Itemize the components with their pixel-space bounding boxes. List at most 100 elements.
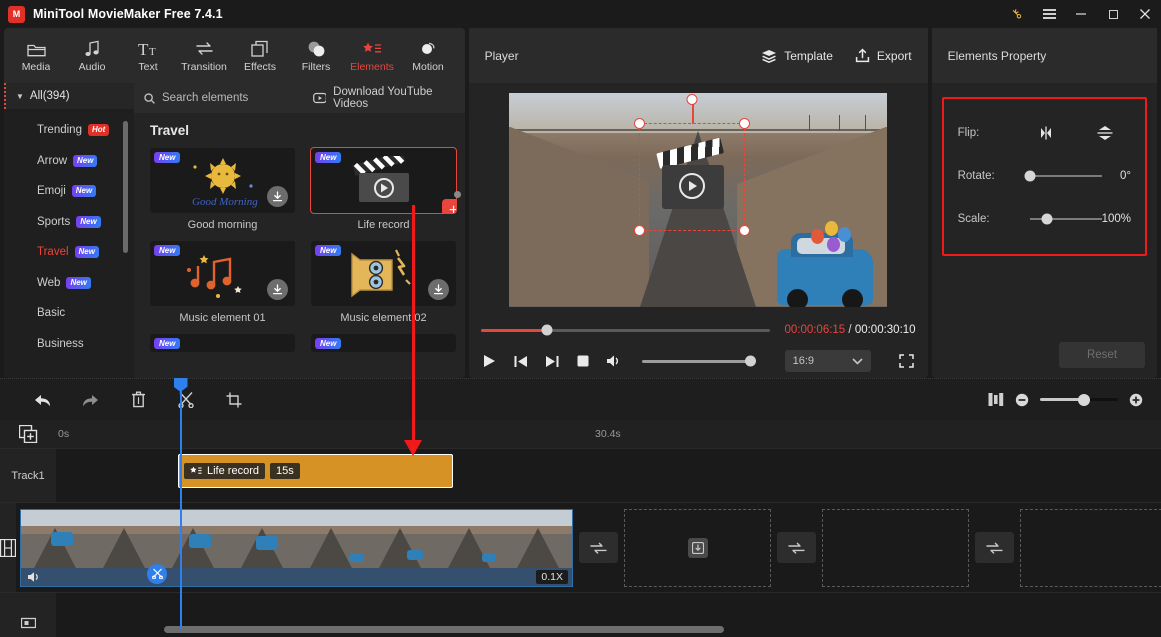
category-all[interactable]: ▼ All(394) <box>4 83 134 109</box>
transition-button-1[interactable] <box>579 532 618 563</box>
volume-knob[interactable] <box>744 355 756 367</box>
element-card-music-02[interactable]: New Music element 02 <box>311 241 456 324</box>
reset-button[interactable]: Reset <box>1059 342 1145 368</box>
element-card-music-01[interactable]: New Music element 01 <box>150 241 295 324</box>
ribbon-tab-media[interactable]: Media <box>8 31 64 81</box>
media-dropzone-3[interactable] <box>1020 508 1161 587</box>
download-icon[interactable] <box>267 279 288 300</box>
aspect-ratio-select[interactable]: 16:9 <box>784 350 871 372</box>
element-card-life-record[interactable]: New + Life record <box>310 147 457 231</box>
bottom-track-body[interactable] <box>56 593 1161 637</box>
template-button[interactable]: Template <box>761 49 833 63</box>
timeline-ruler[interactable]: 0s 30.4s <box>56 420 1161 448</box>
clapperboard-element[interactable] <box>656 137 728 209</box>
horizontal-scrollbar[interactable] <box>164 626 724 633</box>
add-track-icon[interactable] <box>0 425 56 443</box>
fullscreen-button[interactable] <box>898 352 916 370</box>
element-card-partial-right[interactable]: New <box>311 334 456 352</box>
category-item-sports[interactable]: Sports New <box>4 207 134 238</box>
stop-button[interactable] <box>574 352 592 370</box>
redo-icon[interactable] <box>66 379 114 421</box>
element-thumbnail-selected[interactable]: New + <box>310 147 457 214</box>
ribbon-tab-effects[interactable]: Effects <box>232 31 288 81</box>
scale-label: Scale: <box>957 212 990 225</box>
element-thumbnail[interactable]: New Good Morning <box>150 148 295 213</box>
rotate-handle[interactable] <box>686 93 698 105</box>
zoom-in-icon[interactable] <box>1129 393 1143 407</box>
export-button[interactable]: Export <box>855 48 912 63</box>
ribbon-tab-transition[interactable]: Transition <box>176 31 232 81</box>
element-selection-box[interactable] <box>634 93 751 236</box>
close-icon[interactable] <box>1129 0 1161 28</box>
dune-left <box>509 126 650 307</box>
category-item-travel[interactable]: Travel New <box>4 237 134 268</box>
download-icon[interactable] <box>267 186 288 207</box>
category-scrollbar[interactable] <box>123 121 128 253</box>
category-item-business[interactable]: Business <box>4 329 134 360</box>
hamburger-menu-icon[interactable] <box>1033 0 1065 28</box>
maximize-icon[interactable] <box>1097 0 1129 28</box>
volume-button[interactable] <box>605 352 623 370</box>
element-thumbnail[interactable]: New <box>150 241 295 306</box>
search-input[interactable]: Search elements <box>134 92 307 104</box>
element-thumbnail[interactable]: New <box>311 334 456 352</box>
zoom-knob[interactable] <box>1077 393 1090 406</box>
transition-button-3[interactable] <box>975 532 1014 563</box>
scissors-cut-marker[interactable] <box>147 563 167 584</box>
flip-horizontal-icon[interactable] <box>1036 126 1054 140</box>
next-frame-button[interactable] <box>543 352 561 370</box>
split-view-icon[interactable] <box>988 392 1004 407</box>
ribbon-tab-audio[interactable]: Audio <box>64 31 120 81</box>
rotate-row: Rotate: 0° <box>958 154 1131 197</box>
category-item-emoji[interactable]: Emoji New <box>4 176 134 207</box>
rotate-slider[interactable] <box>1024 170 1102 181</box>
category-item-arrow[interactable]: Arrow New <box>4 146 134 177</box>
key-icon[interactable]: ⚷ <box>1001 0 1033 28</box>
zoom-out-icon[interactable] <box>1015 393 1029 407</box>
preview-canvas[interactable] <box>509 92 888 307</box>
scale-slider[interactable] <box>1029 213 1102 224</box>
resize-handle-tr[interactable] <box>739 117 751 129</box>
element-thumbnail[interactable]: New <box>150 334 295 352</box>
transition-button-2[interactable] <box>777 532 816 563</box>
category-item-basic[interactable]: Basic <box>4 298 134 329</box>
resize-handle-tl[interactable] <box>634 117 646 129</box>
resize-handle-bl[interactable] <box>634 224 646 236</box>
seek-knob[interactable] <box>541 324 553 336</box>
ribbon-tab-motion[interactable]: Motion <box>400 31 456 81</box>
ribbon-tab-text[interactable]: TT Text <box>120 31 176 81</box>
elements-scroll-dot[interactable] <box>453 191 461 198</box>
download-youtube-videos-button[interactable]: Download YouTube Videos <box>312 86 465 110</box>
previous-frame-button[interactable] <box>512 352 530 370</box>
volume-icon <box>28 571 38 582</box>
category-item-trending[interactable]: Trending Hot <box>4 115 134 146</box>
category-item-web[interactable]: Web New <box>4 268 134 299</box>
element-card-good-morning[interactable]: New Good Morning Good morning <box>150 148 295 231</box>
scale-knob[interactable] <box>1041 213 1053 224</box>
element-track-body[interactable]: Life record 15s <box>56 449 1161 502</box>
media-dropzone-2[interactable] <box>822 508 969 587</box>
timeline-video-clip[interactable]: 0.1X <box>20 508 573 587</box>
play-button[interactable] <box>481 352 499 370</box>
flip-vertical-icon[interactable] <box>1096 125 1114 141</box>
crop-icon[interactable] <box>210 379 258 421</box>
download-icon[interactable] <box>428 279 449 300</box>
ribbon-tab-elements[interactable]: Elements <box>344 31 400 81</box>
volume-slider[interactable] <box>641 355 756 367</box>
seek-slider[interactable] <box>480 324 771 336</box>
add-element-button[interactable]: + <box>442 199 456 213</box>
timeline-clip-life-record[interactable]: Life record 15s <box>178 454 453 488</box>
star-list-icon <box>362 38 382 57</box>
minimize-icon[interactable] <box>1065 0 1097 28</box>
playhead[interactable] <box>173 378 188 629</box>
resize-handle-br[interactable] <box>739 224 751 236</box>
zoom-slider[interactable] <box>1040 393 1118 406</box>
element-thumbnail[interactable]: New <box>311 241 456 306</box>
undo-icon[interactable] <box>18 379 66 421</box>
element-card-partial-left[interactable]: New <box>150 334 295 352</box>
media-dropzone-1[interactable] <box>624 508 771 587</box>
video-track-body[interactable]: 0.1X <box>16 503 1161 592</box>
delete-icon[interactable] <box>114 379 162 421</box>
ribbon-tab-filters[interactable]: Filters <box>288 31 344 81</box>
rotate-knob[interactable] <box>1024 170 1036 181</box>
